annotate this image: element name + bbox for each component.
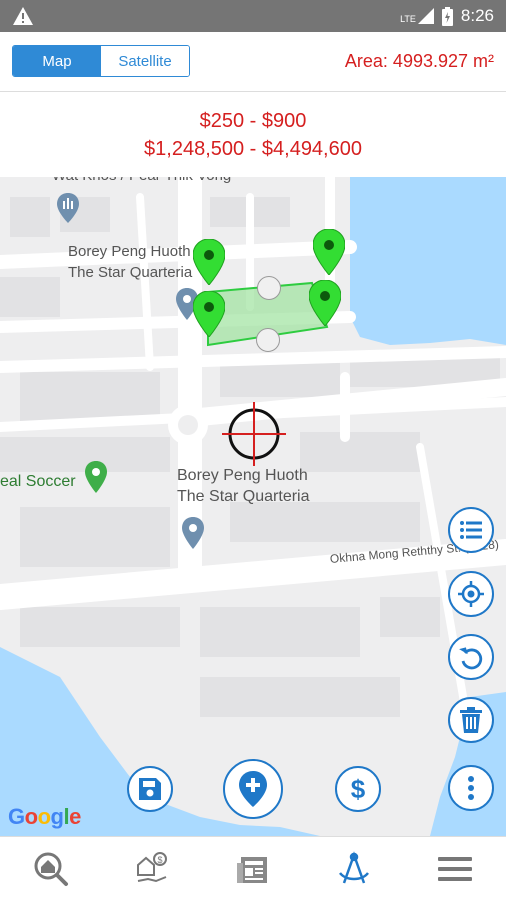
- map-label-top: Wat Khos / Pear Thik Vong: [52, 177, 231, 186]
- map-type-toggle: Map Satellite: [12, 45, 190, 77]
- map-view[interactable]: Wat Khos / Pear Thik Vong Borey Peng Huo…: [0, 177, 506, 836]
- map-label-soccer: eal Soccer: [0, 473, 76, 490]
- park-pin-icon[interactable]: [85, 461, 107, 493]
- poi-pin-icon[interactable]: [182, 517, 204, 549]
- list-button[interactable]: [448, 507, 494, 553]
- battery-charging-icon: [441, 6, 453, 26]
- price-button[interactable]: $: [335, 766, 381, 812]
- bottom-nav: $: [0, 836, 506, 900]
- nav-news[interactable]: [202, 837, 303, 900]
- search-home-icon: [34, 852, 68, 886]
- map-tab[interactable]: Map: [13, 46, 101, 76]
- menu-icon: [438, 856, 473, 881]
- trash-icon: [460, 707, 482, 733]
- price-panel: $250 - $900 $1,248,500 - $4,494,600: [0, 93, 506, 177]
- more-button[interactable]: [448, 765, 494, 811]
- google-logo: Google: [8, 804, 81, 829]
- nav-measure[interactable]: [304, 837, 405, 900]
- map-label-borey-2: Borey Peng Huoth The Star Quarteria: [177, 467, 310, 505]
- toolbar: Map Satellite Area: 4993.927 m²: [0, 32, 506, 92]
- crosshair-icon: [222, 402, 286, 466]
- vertex-pin-icon[interactable]: [313, 229, 345, 275]
- midpoint-handle[interactable]: [256, 328, 280, 352]
- vertex-pin-icon[interactable]: [193, 239, 225, 285]
- save-button[interactable]: [127, 766, 173, 812]
- satellite-tab[interactable]: Satellite: [101, 46, 189, 76]
- list-icon: [460, 521, 482, 539]
- add-location-icon: [239, 771, 267, 807]
- nav-search-home[interactable]: [0, 837, 101, 900]
- real-estate-icon: $: [136, 851, 167, 882]
- newspaper-icon: [237, 856, 267, 883]
- dollar-icon: $: [351, 775, 366, 803]
- undo-icon: [459, 647, 483, 670]
- my-location-icon: [458, 581, 484, 607]
- svg-text:$: $: [157, 855, 162, 865]
- more-vertical-icon: [468, 776, 474, 800]
- save-icon: [139, 778, 161, 800]
- add-pin-button[interactable]: [223, 759, 283, 819]
- vertex-pin-icon[interactable]: [309, 280, 341, 326]
- price-per-unit: $250 - $900: [199, 110, 307, 132]
- poi-pin-icon[interactable]: [57, 193, 79, 223]
- warning-icon: [13, 7, 33, 25]
- undo-button[interactable]: [448, 634, 494, 680]
- clock: 8:26: [460, 6, 494, 25]
- delete-button[interactable]: [448, 697, 494, 743]
- lte-signal-icon: LTE: [400, 8, 434, 24]
- vertex-pin-icon[interactable]: [193, 291, 225, 337]
- svg-text:$: $: [351, 775, 366, 803]
- price-total: $1,248,500 - $4,494,600: [144, 138, 362, 160]
- measure-tool-icon: [339, 850, 370, 883]
- nav-real-estate[interactable]: $: [101, 837, 202, 900]
- midpoint-handle[interactable]: [257, 276, 281, 300]
- nav-menu[interactable]: [405, 837, 506, 900]
- locate-button[interactable]: [448, 571, 494, 617]
- map-label-borey-1: Borey Peng Huoth The Star Quarteria: [68, 243, 193, 281]
- area-readout: Area: 4993.927 m²: [344, 51, 494, 71]
- status-bar: LTE 8:26: [0, 0, 506, 32]
